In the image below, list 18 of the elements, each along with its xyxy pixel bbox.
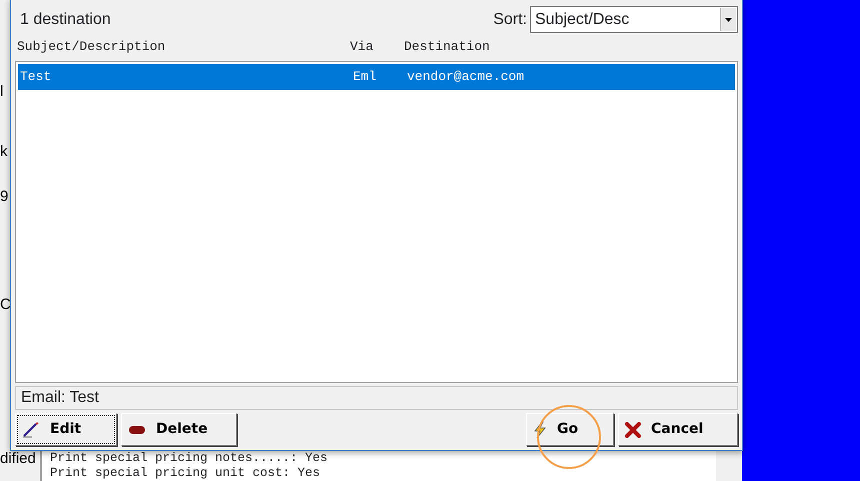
delete-button[interactable]: Delete — [121, 413, 237, 446]
text-line: Print special pricing unit cost: Yes — [50, 466, 322, 481]
go-button[interactable]: Go — [526, 413, 614, 446]
list-row[interactable]: Test Eml vendor@acme.com — [18, 64, 735, 90]
column-header[interactable]: Destination — [404, 37, 738, 57]
lightning-icon — [533, 420, 547, 438]
pill-icon — [128, 424, 146, 434]
sort-label: Sort: — [493, 10, 527, 30]
x-icon — [625, 422, 641, 438]
column-header[interactable]: Via — [350, 37, 404, 57]
pencil-icon — [22, 422, 40, 438]
cancel-button[interactable]: Cancel — [618, 413, 738, 446]
edit-button[interactable]: Edit — [15, 413, 117, 446]
column-header[interactable]: Subject/Description — [17, 37, 350, 57]
count-label: 1 destination — [19, 10, 112, 30]
sort-dropdown[interactable]: Subject/Desc — [530, 6, 738, 34]
text-line: Print special pricing notes.....: Yes — [50, 451, 329, 466]
status-bar: Email: Test — [15, 386, 738, 410]
